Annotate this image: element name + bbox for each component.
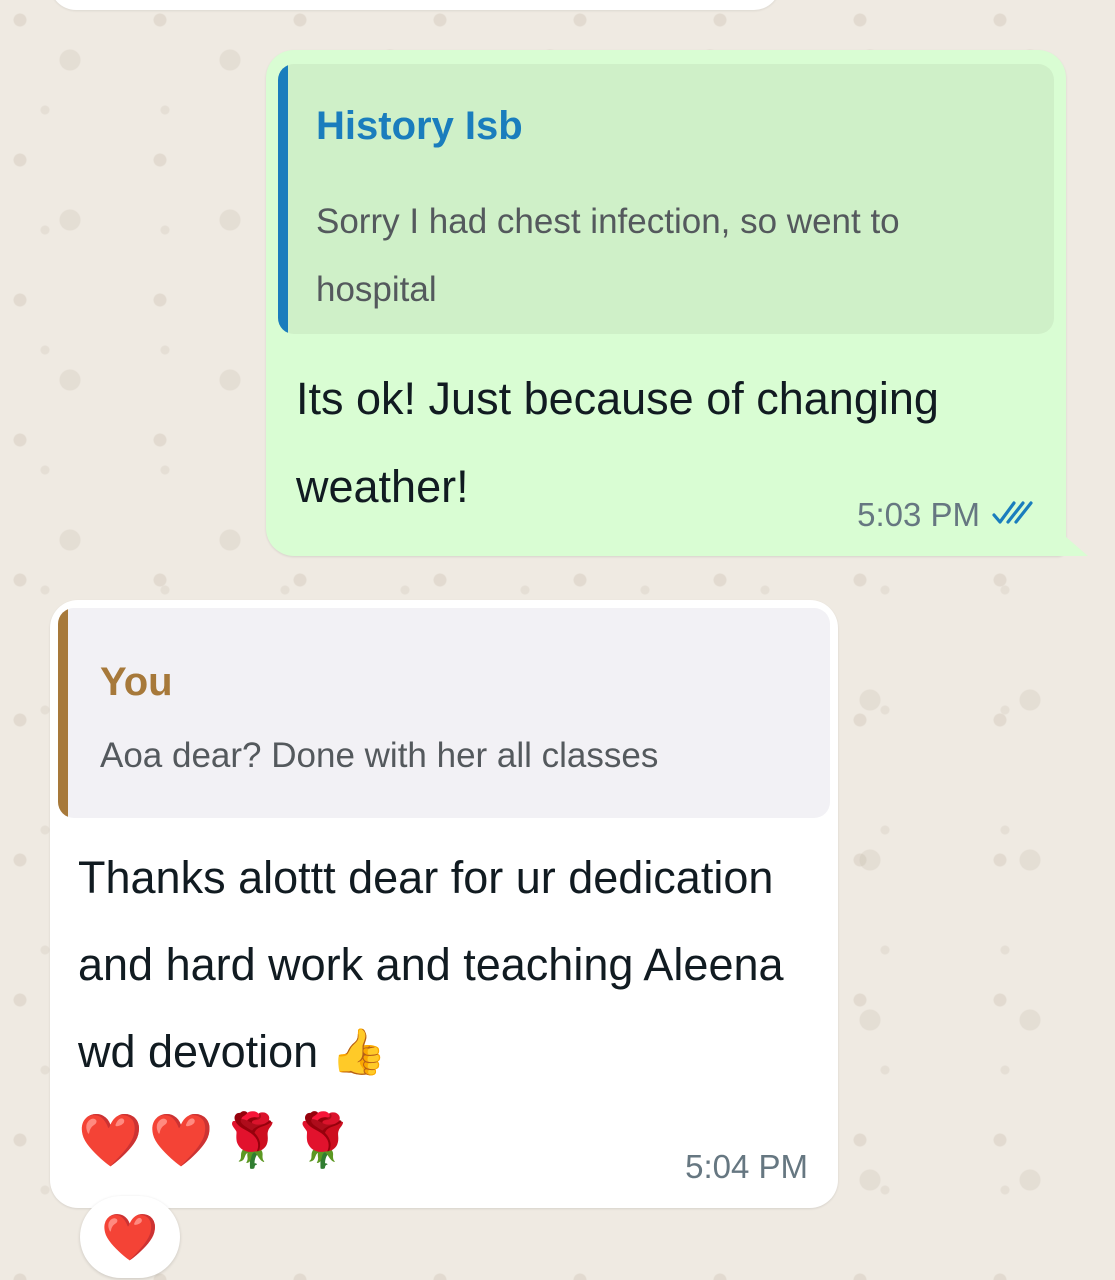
heart-reaction-icon: ❤️ bbox=[101, 1210, 159, 1263]
bubble-tail bbox=[1058, 530, 1088, 556]
quoted-sender-name: You bbox=[100, 660, 173, 704]
message-text: Thanks alottt dear for ur dedication and… bbox=[78, 852, 784, 1077]
message-timestamp: 5:03 PM bbox=[857, 496, 980, 533]
message-timestamp: 5:04 PM bbox=[685, 1148, 808, 1185]
message-meta: 5:03 PM bbox=[857, 496, 1038, 534]
quoted-message[interactable]: History Isb Sorry I had chest infection,… bbox=[278, 64, 1054, 334]
quote-accent-bar bbox=[58, 608, 68, 818]
outgoing-message-bubble[interactable]: History Isb Sorry I had chest infection,… bbox=[266, 50, 1088, 556]
quoted-message-text: Aoa dear? Done with her all classes bbox=[100, 736, 659, 775]
message-reaction-badge[interactable]: ❤️ bbox=[80, 1196, 180, 1278]
double-check-read-icon bbox=[990, 498, 1038, 533]
previous-message-bubble bbox=[50, 0, 780, 10]
incoming-message-bubble[interactable]: You Aoa dear? Done with her all classes … bbox=[50, 600, 838, 1208]
quoted-message-text: Sorry I had chest infection, so went to … bbox=[316, 202, 900, 309]
message-emojis: ❤️❤️🌹🌹 bbox=[78, 1112, 361, 1170]
quoted-message[interactable]: You Aoa dear? Done with her all classes bbox=[58, 608, 830, 818]
quote-accent-bar bbox=[278, 64, 288, 334]
quoted-sender-name: History Isb bbox=[316, 104, 523, 148]
